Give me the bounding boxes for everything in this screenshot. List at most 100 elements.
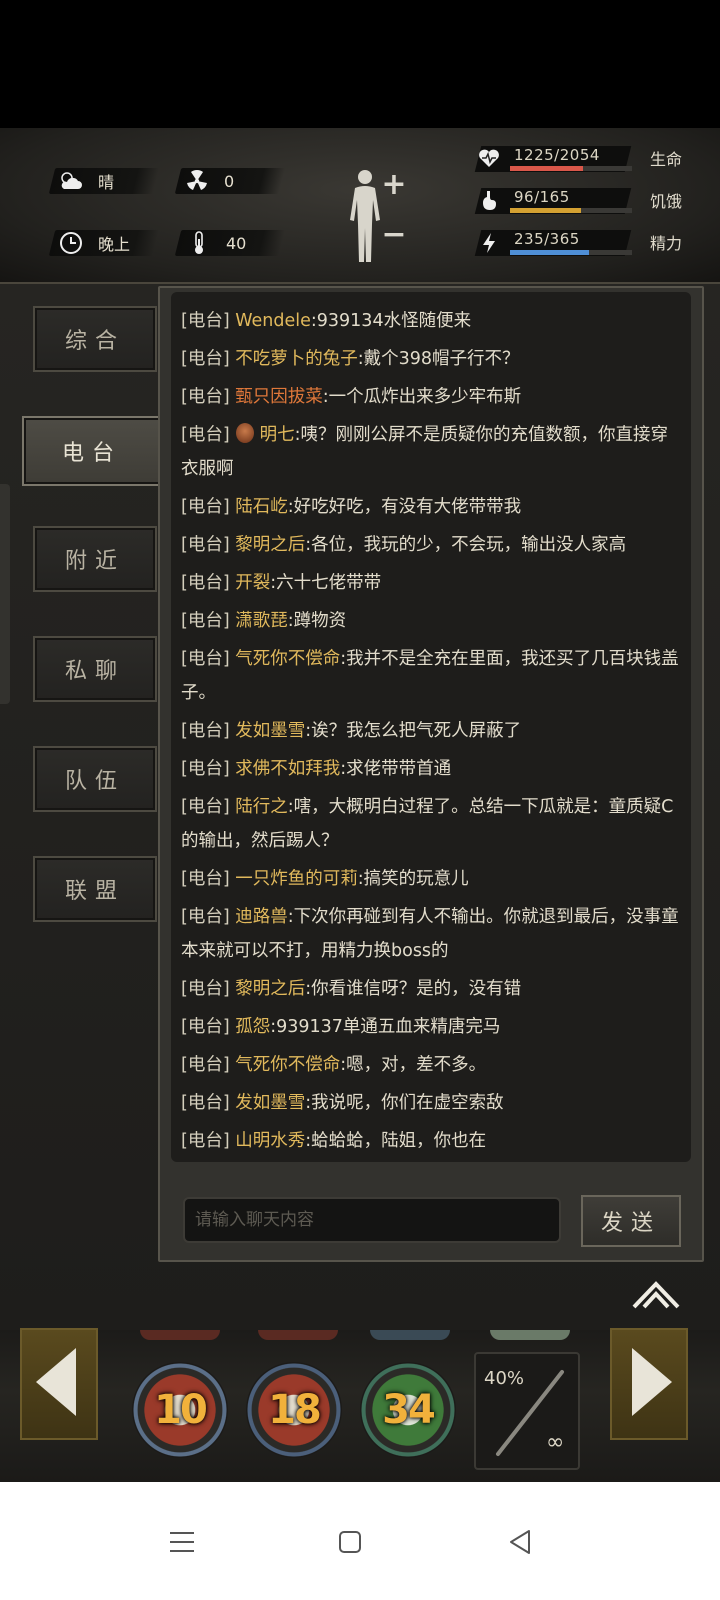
sender-name[interactable]: 山明水秀 — [235, 1131, 305, 1151]
hunger-bar-fill — [510, 208, 581, 213]
sender-name[interactable]: 一只炸鱼的可莉 — [235, 869, 358, 889]
back-icon[interactable] — [500, 1522, 540, 1562]
chat-message: [电台] 气死你不偿命:我并不是全充在里面，我还买了几百块钱盖子。 — [181, 642, 685, 710]
energy-stat: 235/365 精力 — [470, 230, 690, 260]
chat-message: [电台] 一只炸鱼的可莉:搞笑的玩意儿 — [181, 862, 685, 896]
message-text: :诶？我怎么把气死人屏蔽了 — [305, 721, 522, 741]
tab-team[interactable]: 队伍 — [33, 746, 157, 812]
message-text: :你看谁信呀？是的，没有错 — [305, 979, 522, 999]
health-value: 1225/2054 — [514, 146, 600, 164]
message-text: :蹲物资 — [287, 611, 347, 631]
sender-name[interactable]: 气死你不偿命 — [235, 1055, 340, 1075]
channel-tag: [电台] — [181, 611, 230, 631]
prev-arrow-button[interactable] — [20, 1328, 98, 1440]
channel-tag: [电台] — [181, 979, 230, 999]
plus-button[interactable]: + — [381, 170, 407, 200]
system-navigation-bar — [0, 1482, 720, 1600]
chat-message: [电台] 黎明之后:你看谁信呀？是的，没有错 — [181, 972, 685, 1006]
chat-message: [电台] 气死你不偿命:嗯，对，差不多。 — [181, 1048, 685, 1082]
chat-message: [电台] 发如墨雪:我说呢，你们在虚空索敌 — [181, 1086, 685, 1120]
chat-message: [电台] 明七:咦？刚刚公屏不是质疑你的充值数额，你直接穿衣服啊 — [181, 418, 685, 486]
sender-name[interactable]: 发如墨雪 — [235, 1093, 305, 1113]
health-stat: 1225/2054 生命 — [470, 146, 690, 176]
temperature-value: 40 — [226, 233, 247, 253]
tab-nearby[interactable]: 附近 — [33, 526, 157, 592]
tab-general[interactable]: 综合 — [33, 306, 157, 372]
skill-slot-3[interactable]: 34 — [360, 1362, 456, 1458]
energy-bar-fill — [510, 250, 589, 255]
skill-slot-1[interactable]: 10 — [132, 1362, 228, 1458]
clock-icon — [58, 230, 84, 256]
channel-tag: [电台] — [181, 349, 230, 369]
channel-tag: [电台] — [181, 797, 230, 817]
sender-name[interactable]: 不吃萝卜的兔子 — [235, 349, 358, 369]
skill-count: 10 — [154, 1387, 208, 1433]
sender-name[interactable]: 求佛不如拜我 — [235, 759, 340, 779]
sender-name[interactable]: 陆行之 — [235, 797, 288, 817]
weather-value: 晴 — [98, 173, 115, 192]
message-text: :搞笑的玩意儿 — [357, 869, 469, 889]
status-bar-area — [0, 0, 720, 128]
sender-name[interactable]: 明七 — [260, 425, 295, 445]
message-text: :蛤蛤蛤，陆姐，你也在 — [305, 1131, 487, 1151]
tab-radio[interactable]: 电台 — [22, 416, 162, 486]
character-body-icon[interactable] — [345, 168, 385, 264]
chat-message: [电台] 发如墨雪:诶？我怎么把气死人屏蔽了 — [181, 714, 685, 748]
minus-button[interactable]: − — [381, 220, 407, 250]
sender-name[interactable]: 黎明之后 — [235, 535, 305, 555]
sender-name[interactable]: Wendele — [235, 311, 311, 331]
message-text: :嗯，对，差不多。 — [340, 1055, 487, 1075]
message-text: :各位，我玩的少，不会玩，输出没人家高 — [305, 535, 627, 555]
chat-input[interactable]: 请输入聊天内容 — [183, 1197, 561, 1243]
sender-name[interactable]: 气死你不偿命 — [235, 649, 340, 669]
sender-name[interactable]: 潇歌琵 — [235, 611, 288, 631]
energy-value: 235/365 — [514, 230, 580, 248]
channel-tag: [电台] — [181, 1093, 230, 1113]
time-value: 晚上 — [98, 235, 131, 254]
stomach-icon — [478, 190, 500, 212]
weapon-slot[interactable]: 40% ∞ — [474, 1352, 580, 1470]
channel-tag: [电台] — [181, 1131, 230, 1151]
message-text: :好吃好吃，有没有大佬带带我 — [287, 497, 522, 517]
collapse-up-icon[interactable] — [632, 1280, 680, 1310]
chat-message: [电台] 陆行之:嗐，大概明白过程了。总结一下瓜就是：童质疑C的输出，然后踢人？ — [181, 790, 685, 858]
channel-tag: [电台] — [181, 425, 230, 445]
next-arrow-button[interactable] — [610, 1328, 688, 1440]
player-avatar-icon[interactable] — [235, 423, 254, 443]
message-text: :一个瓜炸出来多少牢布斯 — [322, 387, 522, 407]
channel-tag: [电台] — [181, 1055, 230, 1075]
hunger-label: 饥饿 — [650, 192, 683, 211]
home-icon[interactable] — [330, 1522, 370, 1562]
sender-name[interactable]: 甄只因拔菜 — [235, 387, 323, 407]
chat-message: [电台] 迪路兽:下次你再碰到有人不输出。你就退到最后，没事童本来就可以不打，用… — [181, 900, 685, 968]
skill-slot-2[interactable]: 18 — [246, 1362, 342, 1458]
message-text: :六十七佬带带 — [270, 573, 382, 593]
message-list[interactable]: [电台] Wendele:939134水怪随便来 [电台] 不吃萝卜的兔子:戴个3… — [171, 292, 691, 1162]
sender-name[interactable]: 黎明之后 — [235, 979, 305, 999]
channel-tag: [电台] — [181, 649, 230, 669]
radiation-value: 0 — [224, 171, 235, 191]
sender-name[interactable]: 迪路兽 — [235, 907, 288, 927]
send-button[interactable]: 发送 — [581, 1195, 681, 1247]
channel-tag: [电台] — [181, 573, 230, 593]
menu-icon[interactable] — [162, 1522, 202, 1562]
message-text: :求佬带带首通 — [340, 759, 452, 779]
health-bar-fill — [510, 166, 583, 171]
heart-pulse-icon — [478, 148, 500, 170]
chat-panel: [电台] Wendele:939134水怪随便来 [电台] 不吃萝卜的兔子:戴个3… — [158, 286, 704, 1262]
tab-alliance[interactable]: 联盟 — [33, 856, 157, 922]
chat-message: [电台] 甄只因拔菜:一个瓜炸出来多少牢布斯 — [181, 380, 685, 414]
sender-name[interactable]: 孤怨 — [235, 1017, 270, 1037]
tab-private[interactable]: 私聊 — [33, 636, 157, 702]
skill-count: 34 — [382, 1387, 436, 1433]
sender-name[interactable]: 开裂 — [235, 573, 270, 593]
chat-message: [电台] 开裂:六十七佬带带 — [181, 566, 685, 600]
weapon-ammo: ∞ — [546, 1430, 565, 1455]
channel-tag: [电台] — [181, 497, 230, 517]
skill-count: 18 — [268, 1387, 322, 1433]
sender-name[interactable]: 陆石屹 — [235, 497, 288, 517]
hunger-value: 96/165 — [514, 188, 570, 206]
sender-name[interactable]: 发如墨雪 — [235, 721, 305, 741]
energy-label: 精力 — [650, 234, 683, 253]
chat-message: [电台] 山明水秀:蛤蛤蛤，陆姐，你也在 — [181, 1124, 685, 1158]
